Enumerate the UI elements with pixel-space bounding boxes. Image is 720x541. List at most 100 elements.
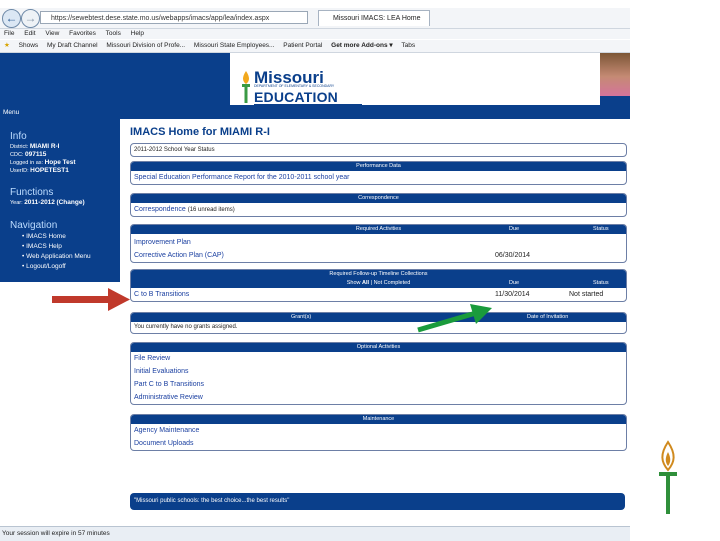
sidebar-navigation-title: Navigation xyxy=(10,220,58,231)
menu-label[interactable]: Menu xyxy=(3,109,19,116)
userid-label: UserID: xyxy=(10,168,29,174)
green-arrow-icon xyxy=(417,304,492,333)
fav-missouri-state-employees[interactable]: Missouri State Employees... xyxy=(194,42,275,49)
sidebar-info-title: Info xyxy=(10,131,27,142)
logo-department-text: DEPARTMENT OF ELEMENTARY & SECONDARY xyxy=(254,84,335,88)
menu-edit[interactable]: Edit xyxy=(24,30,35,37)
district-label: District: xyxy=(10,144,29,150)
part-c-to-b-transitions-link[interactable]: Part C to B Transitions xyxy=(131,378,626,391)
initial-evaluations-link[interactable]: Initial Evaluations xyxy=(131,365,626,378)
red-arrow-icon xyxy=(52,288,130,311)
performance-report-link[interactable]: Special Education Performance Report for… xyxy=(131,171,626,184)
browser-menubar: File Edit View Favorites Tools Help xyxy=(0,29,630,39)
maintenance-panel: Maintenance Agency Maintenance Document … xyxy=(130,414,627,451)
logged-label: Logged in as: xyxy=(10,160,44,166)
corrective-action-plan-link[interactable]: Corrective Action Plan (CAP) xyxy=(134,252,224,259)
c-to-b-transitions-link[interactable]: C to B Transitions xyxy=(134,291,189,298)
agency-maintenance-link[interactable]: Agency Maintenance xyxy=(131,424,626,437)
browser-status-bar: Your session will expire in 57 minutes xyxy=(0,526,630,541)
document-uploads-link[interactable]: Document Uploads xyxy=(131,437,626,450)
fav-get-more-addons[interactable]: Get more Add-ons ▾ xyxy=(331,42,393,49)
maintenance-header: Maintenance xyxy=(131,415,626,424)
nav-item-imacs-home[interactable]: • IMACS Home xyxy=(22,233,66,240)
browser-address-bar: ← → https://sewebtest.dese.state.mo.us/w… xyxy=(0,8,630,29)
required-status-header: Status xyxy=(593,226,609,232)
grants-panel: Grant(s) Date of Invitation You currentl… xyxy=(130,312,627,334)
school-year-status-panel: 2011-2012 School Year Status xyxy=(130,143,627,157)
banner-photo xyxy=(600,53,630,96)
fav-shows[interactable]: Shows xyxy=(19,42,39,49)
fav-my-draft-channel[interactable]: My Draft Channel xyxy=(47,42,98,49)
grants-header: Grant(s) Date of Invitation xyxy=(131,313,626,322)
followup-due-header: Due xyxy=(509,280,520,286)
grants-title: Grant(s) xyxy=(291,314,312,320)
fav-patient-portal[interactable]: Patient Portal xyxy=(283,42,322,49)
nav-item-label: IMACS Home xyxy=(26,233,66,240)
filter-show-label: Show xyxy=(346,280,361,286)
star-icon[interactable]: ★ xyxy=(4,42,10,49)
nav-item-label: Logout/Logoff xyxy=(26,263,66,270)
tagline-text: "Missouri public schools: the best choic… xyxy=(134,498,290,504)
correspondence-panel: Correspondence Correspondence (16 unread… xyxy=(130,193,627,217)
url-field[interactable]: https://sewebtest.dese.state.mo.us/webap… xyxy=(40,11,308,24)
change-year-link[interactable]: (Change) xyxy=(56,199,84,206)
nav-item-logout[interactable]: • Logout/Logoff xyxy=(22,263,66,270)
school-year-status-text: 2011-2012 School Year Status xyxy=(134,147,215,153)
menu-view[interactable]: View xyxy=(45,30,59,37)
favorites-bar: ★ Shows My Draft Channel Missouri Divisi… xyxy=(0,40,630,53)
followup-panel: Required Follow-up Timeline Collections … xyxy=(130,269,627,302)
filter-not-completed-link[interactable]: Not Completed xyxy=(374,280,411,286)
followup-header: Required Follow-up Timeline Collections xyxy=(131,270,626,279)
cdc-label: CDC: xyxy=(10,152,24,158)
logo-education-text: EDUCATION xyxy=(254,89,338,105)
date-of-invitation-header: Date of Invitation xyxy=(527,314,569,320)
filter-all-link[interactable]: All xyxy=(362,280,369,286)
menu-tools[interactable]: Tools xyxy=(106,30,121,37)
sidebar-userid: UserID: HOPETEST1 xyxy=(10,167,69,174)
followup-status-header: Status xyxy=(593,280,609,286)
sidebar: Info District: MIAMI R-I CDC: 097115 Log… xyxy=(0,119,120,282)
improvement-plan-link[interactable]: Improvement Plan xyxy=(131,236,626,249)
correspondence-row: Correspondence (16 unread items) xyxy=(131,203,626,216)
sidebar-functions-title: Functions xyxy=(10,187,54,198)
administrative-review-link[interactable]: Administrative Review xyxy=(131,391,626,404)
unread-count: (16 unread items) xyxy=(187,207,235,213)
menu-file[interactable]: File xyxy=(4,30,14,37)
menu-favorites[interactable]: Favorites xyxy=(69,30,96,37)
correspondence-link[interactable]: Correspondence xyxy=(134,206,186,213)
no-grants-text: You currently have no grants assigned. xyxy=(134,324,238,330)
c-to-b-row: C to B Transitions 11/30/2014 Not starte… xyxy=(131,288,626,301)
tab-imacs-lea-home[interactable]: Missouri IMACS: LEA Home xyxy=(318,10,430,26)
file-review-link[interactable]: File Review xyxy=(131,352,626,365)
c-to-b-status: Not started xyxy=(569,291,604,298)
district-value: MIAMI R-I xyxy=(29,143,60,150)
back-arrow-icon[interactable]: ← xyxy=(2,9,21,28)
logged-value: Hope Test xyxy=(44,159,76,166)
year-value: 2011-2012 xyxy=(24,199,55,206)
forward-arrow-icon[interactable]: → xyxy=(21,9,40,28)
fav-missouri-division[interactable]: Missouri Division of Profe... xyxy=(106,42,185,49)
cap-due-date: 06/30/2014 xyxy=(495,252,531,259)
cap-row: Corrective Action Plan (CAP) 06/30/2014 xyxy=(131,249,626,262)
page-title: IMACS Home for MIAMI R-I xyxy=(130,126,270,138)
required-activities-header: Required Activities Due Status xyxy=(131,225,626,234)
userid-value: HOPETEST1 xyxy=(30,167,69,174)
sidebar-cdc: CDC: 097115 xyxy=(10,151,46,158)
nav-item-label: Web Application Menu xyxy=(26,253,91,260)
correspondence-header: Correspondence xyxy=(131,194,626,203)
optional-activities-panel: Optional Activities File Review Initial … xyxy=(130,342,627,405)
c-to-b-due-date: 11/30/2014 xyxy=(495,291,530,298)
torch-decoration-icon xyxy=(659,440,677,514)
nav-item-web-app-menu[interactable]: • Web Application Menu xyxy=(22,253,91,260)
tagline-bar: "Missouri public schools: the best choic… xyxy=(130,493,625,510)
fav-tabs[interactable]: Tabs xyxy=(401,42,415,49)
nav-item-imacs-help[interactable]: • IMACS Help xyxy=(22,243,62,250)
menu-help[interactable]: Help xyxy=(131,30,144,37)
torch-logo-icon xyxy=(242,71,250,103)
nav-item-label: IMACS Help xyxy=(26,243,62,250)
performance-header: Performance Data xyxy=(131,162,626,171)
required-due-header: Due xyxy=(509,226,520,232)
cdc-value: 097115 xyxy=(24,151,47,158)
session-expiry-text: Your session will expire in 57 minutes xyxy=(2,530,110,537)
sidebar-district: District: MIAMI R-I xyxy=(10,143,59,150)
